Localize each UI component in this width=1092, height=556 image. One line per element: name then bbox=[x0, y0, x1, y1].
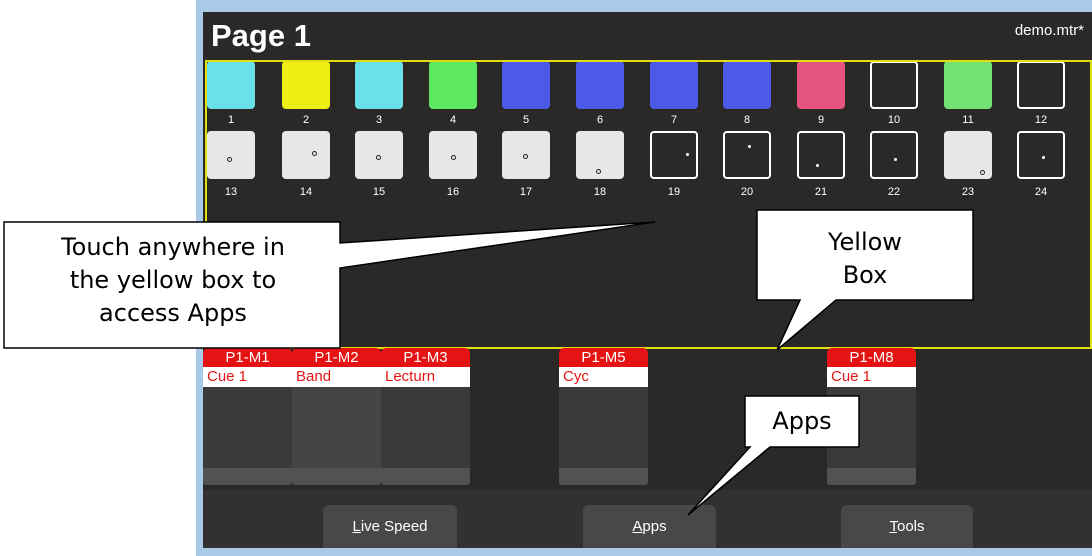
callout-touch-anywhere: Touch anywhere in the yellow box to acce… bbox=[10, 231, 336, 330]
callout-yellow-box: Yellow Box bbox=[762, 226, 968, 292]
callout-line: Yellow bbox=[828, 228, 902, 256]
callout-line: Touch anywhere in bbox=[61, 233, 285, 261]
callout-line: access Apps bbox=[99, 299, 247, 327]
callout-line: the yellow box to bbox=[69, 266, 277, 294]
callout-line: Box bbox=[842, 261, 888, 289]
callout-apps: Apps bbox=[772, 407, 832, 435]
